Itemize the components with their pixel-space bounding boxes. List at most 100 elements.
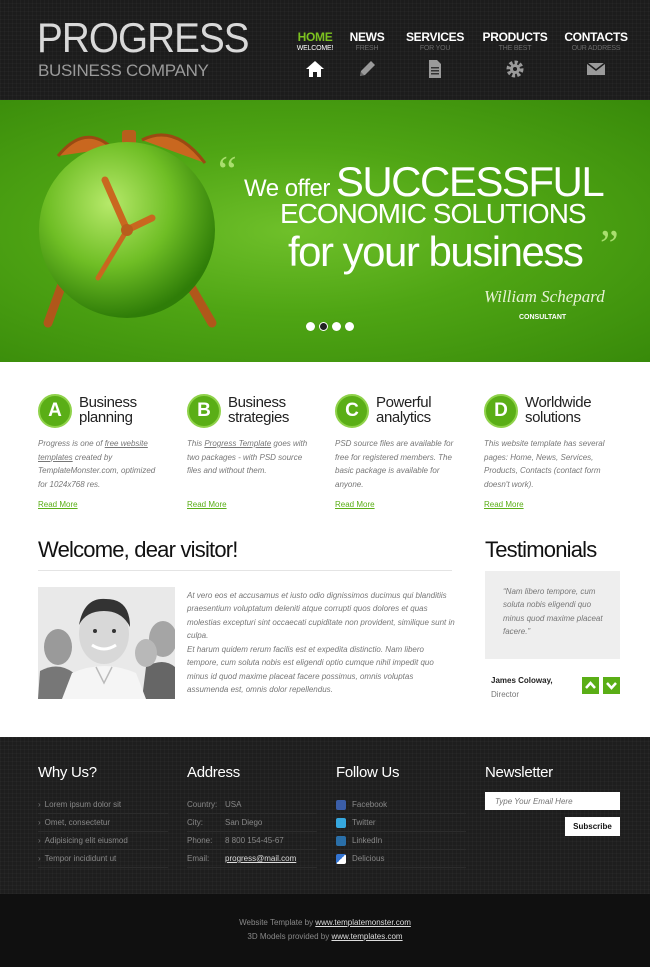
feature-letter-badge: B bbox=[187, 394, 221, 428]
document-icon bbox=[429, 60, 441, 78]
nav-news[interactable]: NEWS FRESH bbox=[332, 30, 402, 79]
address-row: City: San Diego bbox=[187, 814, 317, 832]
templates-link[interactable]: www.templates.com bbox=[331, 932, 402, 941]
read-more-link[interactable]: Read More bbox=[335, 500, 375, 509]
chevron-right-icon: › bbox=[38, 836, 41, 845]
quote-mark-open: “ bbox=[218, 149, 237, 195]
slider-dot-3[interactable] bbox=[332, 322, 341, 331]
footer-newsletter: Newsletter bbox=[485, 764, 553, 781]
footer-address: Address Country: USA City: San Diego Phone… bbox=[187, 764, 317, 868]
testimonial-role: Director bbox=[491, 690, 520, 699]
testimonial-prev-button[interactable] bbox=[582, 677, 599, 694]
list-item[interactable]: › Tempor incididunt ut bbox=[38, 850, 168, 868]
feature-text: This website template has several pages:… bbox=[484, 439, 605, 489]
slider-dot-2[interactable] bbox=[319, 322, 328, 331]
read-more-link[interactable]: Read More bbox=[187, 500, 227, 509]
chevron-right-icon: › bbox=[38, 818, 41, 827]
slider-dot-1[interactable] bbox=[306, 322, 315, 331]
slogan-line-2: ECONOMIC SOLUTIONS bbox=[280, 198, 587, 229]
feature-title: Powerful analytics bbox=[376, 394, 432, 426]
welcome-title: Welcome, dear visitor! bbox=[38, 537, 238, 562]
feature-letter-badge: A bbox=[38, 394, 72, 428]
templatemonster-link[interactable]: www.templatemonster.com bbox=[315, 918, 411, 927]
nav-services[interactable]: SERVICES FOR YOU bbox=[400, 30, 470, 79]
footer-follow-us: Follow Us Facebook Twitter LinkedIn Deli… bbox=[336, 764, 466, 868]
feature-letter-badge: C bbox=[335, 394, 369, 428]
chevron-right-icon: › bbox=[38, 854, 41, 863]
chevron-up-icon bbox=[585, 681, 596, 689]
feature-title: Worldwide solutions bbox=[525, 394, 592, 426]
bottom-bar: Website Template by www.templatemonster.… bbox=[0, 894, 650, 967]
welcome-paragraph-1: At vero eos et accusamus et iusto odio d… bbox=[187, 591, 455, 640]
address-row: Country: USA bbox=[187, 796, 317, 814]
feature-inline-link[interactable]: Progress Template bbox=[204, 439, 271, 448]
list-item[interactable]: › Adipisicing elit eiusmod bbox=[38, 832, 168, 850]
feature-text: PSD source files are available for free … bbox=[335, 439, 454, 489]
address-list: Country: USA City: San Diego Phone: 8 800 1… bbox=[187, 796, 317, 868]
testimonial-box: “Nam libero tempore, cum soluta nobis el… bbox=[485, 571, 620, 659]
mail-icon bbox=[586, 62, 606, 75]
why-us-list: › Lorem ipsum dolor sit › Omet, consectetu… bbox=[38, 796, 168, 868]
footer-why-us: Why Us? › Lorem ipsum dolor sit › Omet, co… bbox=[38, 764, 168, 868]
nav-label: NEWS bbox=[349, 30, 385, 44]
slider-dot-4[interactable] bbox=[345, 322, 354, 331]
chevron-down-icon bbox=[606, 682, 617, 690]
logo-subtitle: BUSINESS COMPANY bbox=[38, 61, 209, 80]
quote-mark-close: ” bbox=[600, 223, 619, 269]
list-item[interactable]: › Lorem ipsum dolor sit bbox=[38, 796, 168, 814]
nav-label: CONTACTS bbox=[564, 30, 628, 44]
welcome-paragraph-2: Et harum quidem rerum facilis est et exp… bbox=[187, 645, 434, 695]
nav-sublabel: FOR YOU bbox=[419, 45, 451, 52]
read-more-link[interactable]: Read More bbox=[38, 500, 78, 509]
footer-heading: Why Us? bbox=[38, 764, 97, 781]
newsletter-email-input[interactable] bbox=[485, 792, 620, 810]
nav-contacts[interactable]: CONTACTS OUR ADDRESS bbox=[561, 30, 631, 79]
feature-text: This Progress Template goes with two pac… bbox=[187, 439, 308, 475]
feature-title: Business strategies bbox=[228, 394, 290, 426]
feature-letter-badge: D bbox=[484, 394, 518, 428]
welcome-text: At vero eos et accusamus et iusto odio d… bbox=[187, 589, 455, 696]
nav-label: PRODUCTS bbox=[482, 30, 548, 44]
hero-banner: “ We offer SUCCESSFUL ECONOMIC SOLUTIONS … bbox=[0, 100, 650, 362]
gear-icon bbox=[506, 60, 524, 78]
subscribe-button[interactable]: Subscribe bbox=[565, 817, 620, 836]
alarm-clock-image bbox=[39, 130, 217, 328]
footer-heading: Address bbox=[187, 764, 240, 781]
social-link-twitter[interactable]: Twitter bbox=[336, 814, 466, 832]
credit-line-2: 3D Models provided by www.templates.com bbox=[247, 932, 403, 941]
testimonial-next-button[interactable] bbox=[603, 677, 620, 694]
footer-heading: Follow Us bbox=[336, 764, 400, 781]
social-link-facebook[interactable]: Facebook bbox=[336, 796, 466, 814]
social-link-delicious[interactable]: Delicious bbox=[336, 850, 466, 868]
home-icon bbox=[306, 61, 324, 77]
address-row: Email: progress@mail.com bbox=[187, 850, 317, 868]
nav-sublabel: FRESH bbox=[355, 45, 379, 52]
header: PROGRESS BUSINESS COMPANY HOME WELCOME! … bbox=[0, 0, 650, 100]
facebook-icon bbox=[336, 799, 346, 810]
list-item[interactable]: › Omet, consectetur bbox=[38, 814, 168, 832]
nav-sublabel: OUR ADDRESS bbox=[571, 45, 621, 52]
read-more-link[interactable]: Read More bbox=[484, 500, 524, 509]
logo-title[interactable]: PROGRESS bbox=[37, 16, 250, 60]
nav-products[interactable]: PRODUCTS THE BEST bbox=[480, 30, 550, 79]
credit-line-1: Website Template by www.templatemonster.… bbox=[239, 918, 411, 927]
feature-text: Progress is one of free website template… bbox=[38, 439, 156, 489]
linkedin-icon bbox=[336, 835, 346, 846]
pencil-icon bbox=[360, 61, 375, 76]
slogan-line-3: for your business bbox=[288, 228, 584, 275]
testimonials-title: Testimonials bbox=[485, 537, 597, 562]
chevron-right-icon: › bbox=[38, 800, 41, 809]
testimonial-quote: “Nam libero tempore, cum soluta nobis el… bbox=[503, 587, 603, 637]
footer-heading: Newsletter bbox=[485, 764, 553, 781]
main-nav: HOME WELCOME! NEWS FRESH SERVICES FOR YO… bbox=[280, 30, 650, 90]
testimonial-author: James Coloway, bbox=[491, 676, 553, 685]
signature: William Schepard bbox=[484, 287, 605, 306]
address-row: Phone: 8 800 154-45-67 bbox=[187, 832, 317, 850]
social-link-linkedin[interactable]: LinkedIn bbox=[336, 832, 466, 850]
email-link[interactable]: progress@mail.com bbox=[225, 854, 296, 863]
feature-title: Business planning bbox=[79, 394, 137, 426]
team-photo bbox=[38, 587, 175, 699]
slider-pagination bbox=[306, 322, 354, 331]
nav-label: SERVICES bbox=[405, 30, 465, 44]
delicious-icon bbox=[336, 853, 346, 864]
